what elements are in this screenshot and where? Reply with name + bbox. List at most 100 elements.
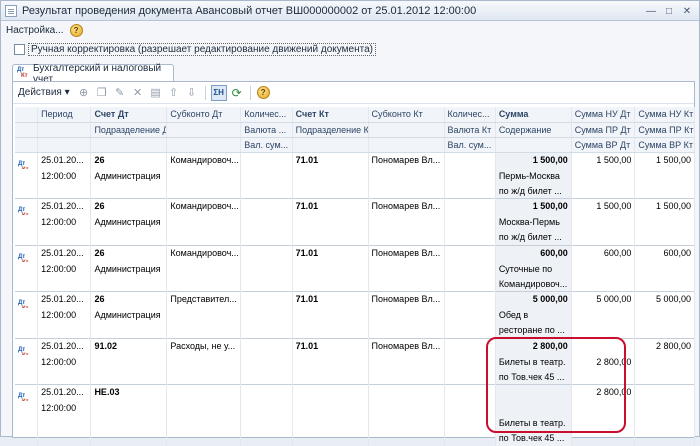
table-cell bbox=[240, 369, 293, 385]
table-row[interactable]: 12:00:00 Администрация Суточные по bbox=[15, 261, 695, 277]
table-row[interactable]: 12:00:00 bbox=[15, 401, 695, 416]
toolbar: Действия ▾ ⊕ ❐ ✎ ✕ ▤ ⇧ ⇩ ΣH ⟳ ? bbox=[13, 82, 694, 104]
table-cell bbox=[444, 416, 496, 431]
column-header[interactable]: Сумма ПР Дт bbox=[571, 122, 636, 138]
settings-menu[interactable]: Настройка... bbox=[6, 25, 64, 36]
post-icon[interactable]: ▤ bbox=[148, 85, 164, 101]
table-cell: 25.01.20... bbox=[37, 198, 92, 215]
column-header[interactable]: Подразделение Дт bbox=[90, 122, 168, 138]
totals-icon[interactable]: ΣH bbox=[210, 84, 227, 101]
column-header[interactable]: Вал. сум... bbox=[240, 137, 293, 153]
table-row[interactable]: ДтКт25.01.20...НЕ.03 2 800,00 bbox=[15, 384, 695, 401]
table-row[interactable]: ДтКт25.01.20...26Командировоч... 71.01Пон… bbox=[15, 198, 695, 215]
minimize-icon[interactable]: — bbox=[643, 4, 659, 18]
column-header[interactable] bbox=[15, 122, 39, 138]
table-row[interactable]: по ж/д билет ... bbox=[15, 183, 695, 199]
table-cell: 91.02 bbox=[90, 337, 168, 355]
table-cell: Билеты в театр. bbox=[495, 416, 572, 431]
help-icon[interactable]: ? bbox=[69, 23, 83, 37]
manual-correction-checkbox[interactable] bbox=[14, 44, 25, 55]
table-row[interactable]: ДтКт25.01.20...91.02Расходы, не у... 71.0… bbox=[15, 337, 695, 355]
column-header[interactable]: Сумма НУ Кт bbox=[634, 107, 695, 123]
table-row[interactable]: 12:00:00 Администрация Москва-Пермь bbox=[15, 215, 695, 230]
column-header[interactable]: Вал. сум... bbox=[444, 137, 496, 153]
column-header[interactable]: Количес... bbox=[240, 107, 293, 123]
column-header[interactable] bbox=[368, 137, 445, 153]
column-header[interactable]: Подразделение Кт bbox=[292, 122, 369, 138]
table-cell: Пономарев Вл... bbox=[368, 291, 445, 308]
table-cell: 71.01 bbox=[292, 198, 369, 215]
maximize-icon[interactable]: □ bbox=[661, 4, 677, 18]
table-cell bbox=[634, 416, 695, 431]
table-row[interactable]: ресторане по ... bbox=[15, 323, 695, 338]
table-cell bbox=[37, 323, 92, 338]
column-header[interactable]: Субконто Кт bbox=[368, 107, 445, 123]
column-header[interactable] bbox=[292, 137, 369, 153]
column-header[interactable] bbox=[166, 122, 242, 138]
column-header[interactable] bbox=[495, 137, 572, 153]
move-up-icon[interactable]: ⇧ bbox=[166, 85, 182, 101]
refresh-icon[interactable]: ⟳ bbox=[229, 85, 245, 101]
column-header[interactable]: Валюта ... bbox=[240, 122, 293, 138]
table-row[interactable]: ДтКт25.01.20...26Командировоч... 71.01Пон… bbox=[15, 244, 695, 262]
column-header[interactable]: Количес... bbox=[444, 107, 496, 123]
close-icon[interactable]: ✕ bbox=[679, 4, 695, 18]
move-down-icon[interactable]: ⇩ bbox=[184, 85, 200, 101]
table-row[interactable]: 12:00:00 Администрация Пермь-Москва bbox=[15, 168, 695, 184]
column-header[interactable]: Счет Дт bbox=[90, 107, 168, 123]
help-icon[interactable]: ? bbox=[256, 86, 270, 99]
tab-accounting-tax[interactable]: Дт Кт Бухгалтерский и налоговый учет bbox=[12, 63, 174, 85]
table-row[interactable]: ДтКт25.01.20...26Представител... 71.01Пон… bbox=[15, 291, 695, 308]
add-icon[interactable]: ⊕ bbox=[76, 85, 92, 101]
column-header[interactable] bbox=[368, 122, 445, 138]
edit-icon[interactable]: ✎ bbox=[112, 85, 128, 101]
table-cell: 25.01.20... bbox=[37, 384, 92, 401]
table-cell bbox=[240, 416, 293, 431]
column-header[interactable]: Сумма ВР Дт bbox=[571, 137, 636, 153]
header-row: Подразделение Дт Валюта ... Подразделение … bbox=[15, 122, 695, 138]
table-cell bbox=[634, 431, 695, 446]
column-header[interactable] bbox=[37, 137, 92, 153]
column-header[interactable]: Период bbox=[37, 107, 92, 123]
table-cell bbox=[571, 323, 636, 338]
actions-menu-button[interactable]: Действия ▾ bbox=[18, 87, 70, 98]
delete-icon[interactable]: ✕ bbox=[130, 85, 146, 101]
copy-icon[interactable]: ❐ bbox=[94, 85, 110, 101]
column-header[interactable]: Счет Кт bbox=[292, 107, 369, 123]
table-cell bbox=[240, 308, 293, 323]
column-header[interactable]: Сумма НУ Дт bbox=[571, 107, 636, 123]
table-cell: 25.01.20... bbox=[37, 151, 92, 169]
table-cell: Пермь-Москва bbox=[495, 168, 572, 184]
table-row[interactable]: ДтКт25.01.20...26Командировоч... 71.01Пон… bbox=[15, 151, 695, 169]
table-row[interactable]: Командировоч... bbox=[15, 276, 695, 292]
table-row[interactable]: по Тов.чек 45 ... bbox=[15, 431, 695, 446]
column-header[interactable]: Содержание bbox=[495, 122, 572, 138]
table-cell bbox=[634, 230, 695, 245]
entries-table: Период Счет Дт Субконто Дт Количес... Счет К… bbox=[15, 107, 695, 446]
column-header[interactable] bbox=[15, 137, 39, 153]
table-cell: Администрация bbox=[90, 308, 168, 323]
table-cell: 1 500,00 bbox=[495, 198, 572, 215]
column-header[interactable] bbox=[166, 137, 242, 153]
column-header[interactable] bbox=[37, 122, 92, 138]
table-row[interactable]: по Тов.чек 45 ... bbox=[15, 369, 695, 385]
column-header[interactable]: Валюта Кт bbox=[444, 122, 496, 138]
column-header[interactable] bbox=[90, 137, 168, 153]
column-header[interactable] bbox=[15, 107, 39, 123]
table-cell bbox=[292, 354, 369, 370]
column-header[interactable]: Сумма ВР Кт bbox=[634, 137, 695, 153]
table-cell: 71.01 bbox=[292, 291, 369, 308]
column-header[interactable]: Сумма ПР Кт bbox=[634, 122, 695, 138]
table-row[interactable]: по ж/д билет ... bbox=[15, 230, 695, 245]
table-cell: Обед в bbox=[495, 308, 572, 323]
table-cell bbox=[444, 244, 496, 262]
column-header[interactable]: Субконто Дт bbox=[166, 107, 242, 123]
column-header[interactable]: Сумма bbox=[495, 107, 572, 123]
table-row[interactable]: 12:00:00 Билеты в театр. 2 800,00 bbox=[15, 354, 695, 370]
table-cell bbox=[571, 183, 636, 199]
manual-correction-option[interactable]: Ручная корректировка (разрешает редактир… bbox=[14, 43, 376, 56]
table-row[interactable]: 12:00:00 Администрация Обед в bbox=[15, 308, 695, 323]
entry-type-icon: ДтКт bbox=[15, 291, 39, 308]
table-row[interactable]: Билеты в театр. bbox=[15, 416, 695, 431]
table-cell bbox=[166, 261, 242, 277]
